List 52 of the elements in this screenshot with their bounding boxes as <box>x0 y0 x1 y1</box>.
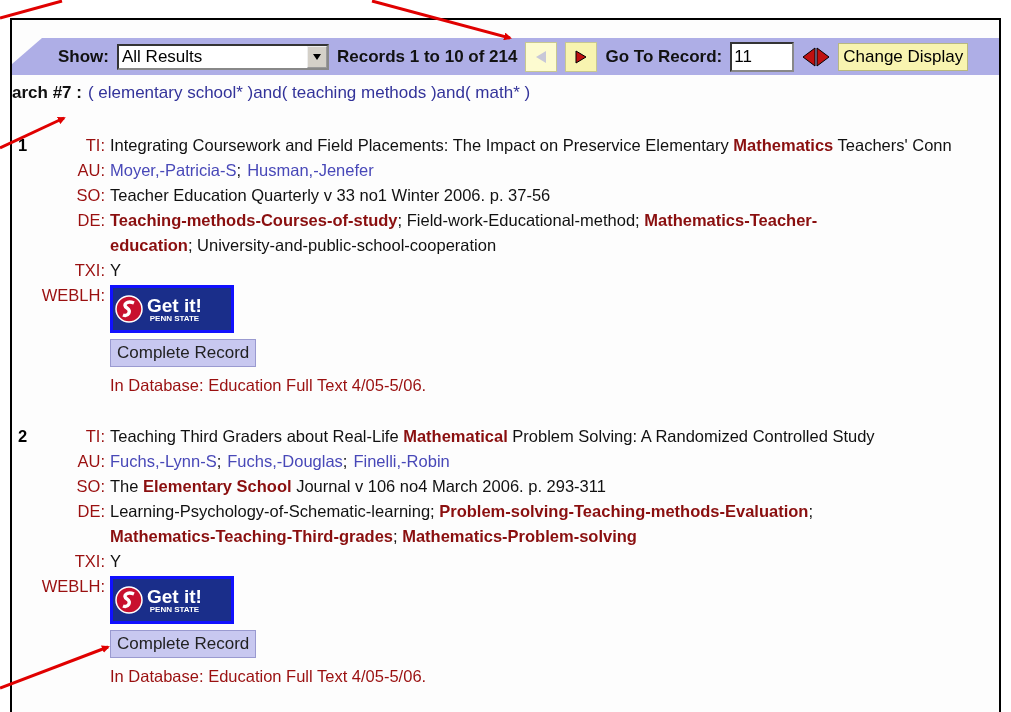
author-link[interactable]: Fuchs,-Lynn-S <box>110 449 217 474</box>
field-value: The Elementary School Journal v 106 no4 March 2006. p. 293-311 <box>110 476 607 497</box>
field-label: WEBLH: <box>41 285 105 306</box>
field-value: Y <box>110 260 122 281</box>
search-label: arch #7 : <box>12 83 82 103</box>
show-label: Show: <box>58 46 109 67</box>
field-label: WEBLH: <box>41 576 105 597</box>
field-label: TI: <box>85 135 105 156</box>
search-query: ( elementary school* )and( teaching methods )and( math* ) <box>87 83 531 103</box>
record-number-input[interactable]: 11 <box>730 41 795 72</box>
database-note: In Database: Education Full Text 4/05-5/06. <box>110 375 427 396</box>
record-number: 2 <box>18 426 28 447</box>
database-note: In Database: Education Full Text 4/05-5/06. <box>110 666 427 687</box>
field-value: Learning-Psychology-of-Schematic-learning; Problem-solving-Teaching-methods-Evaluation; Mathematics-Teaching-Third-grades; Mathematics-Problem-solving <box>110 501 814 547</box>
field-label: TI: <box>85 426 105 447</box>
field-label: SO: <box>76 476 105 497</box>
annotation-arrow <box>0 116 66 150</box>
field-value: Teaching-methods-Courses-of-study; Field-work-Educational-method; Mathematics-Teacher-education; University-and-public-school-cooperation <box>110 210 819 256</box>
separator: ; <box>236 160 242 181</box>
field-label: AU: <box>77 160 105 181</box>
separator: ; <box>216 451 222 472</box>
field-value: Y <box>110 551 122 572</box>
get-it-button[interactable]: Get it! PENN STATE <box>110 285 234 333</box>
field-label: AU: <box>77 451 105 472</box>
author-link[interactable]: Moyer,-Patricia-S <box>110 158 237 183</box>
author-link[interactable]: Finelli,-Robin <box>353 449 450 474</box>
go-to-record-label: Go To Record: <box>605 46 723 67</box>
field-value: Integrating Coursework and Field Placements: The Impact on Preservice Elementary Mathematics Teachers' Conn <box>110 135 953 156</box>
records-count: Records 1 to 10 of 214 <box>337 46 518 67</box>
separator: ; <box>342 451 348 472</box>
left-triangle-icon <box>535 49 548 64</box>
field-value: Teaching Third Graders about Real-Life Mathematical Problem Solving: A Randomized Controlled Study <box>110 426 876 447</box>
field-label: TXI: <box>74 260 105 281</box>
field-label: TXI: <box>74 551 105 572</box>
field-label: DE: <box>77 210 105 231</box>
field-value: Teacher Education Quarterly v 33 no1 Winter 2006. p. 37-56 <box>110 185 552 206</box>
complete-record-button[interactable]: Complete Record <box>110 630 257 658</box>
change-display-button[interactable]: Change Display <box>838 42 969 71</box>
author-link[interactable]: Fuchs,-Douglas <box>227 449 343 474</box>
field-label: DE: <box>77 501 105 522</box>
logo-icon <box>115 586 143 614</box>
field-label: SO: <box>76 185 105 206</box>
author-link[interactable]: Husman,-Jenefer <box>247 158 374 183</box>
get-it-button[interactable]: Get it! PENN STATE <box>110 576 234 624</box>
go-icon[interactable] <box>802 46 831 67</box>
show-dropdown[interactable]: All Results <box>117 43 329 70</box>
record-number: 1 <box>18 135 28 156</box>
caret-icon <box>313 53 321 60</box>
logo-icon <box>115 295 143 323</box>
right-triangle-icon <box>575 49 588 64</box>
complete-record-button[interactable]: Complete Record <box>110 339 257 367</box>
next-button[interactable] <box>565 41 598 72</box>
